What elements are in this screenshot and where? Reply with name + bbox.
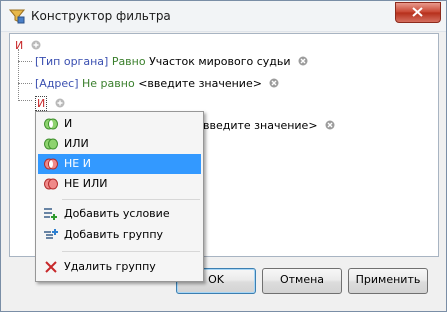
cancel-button[interactable]: Отмена [262,268,342,294]
tree-connector [18,100,32,101]
menu-item-or[interactable]: ИЛИ [38,134,201,154]
menu-item-label: Добавить условие [64,207,170,220]
subgroup-operator[interactable]: И [35,96,48,111]
menu-item-add-condition[interactable]: Добавить условие [38,204,201,224]
condition-value[interactable]: Участок мирового судьи [149,55,290,68]
root-group-operator[interactable]: И [15,39,23,52]
apply-button[interactable]: Применить [348,268,428,294]
menu-separator [62,199,200,200]
title-bar: Конструктор фильтра [1,1,446,32]
group-and-icon [44,118,58,130]
menu-item-label: Добавить группу [64,228,164,241]
menu-item-and[interactable]: И [38,114,201,134]
menu-item-add-group[interactable]: Добавить группу [38,225,201,245]
menu-separator [62,251,200,252]
condition-value[interactable]: введите значение> [203,119,318,132]
condition-value[interactable]: <введите значение> [138,77,262,90]
tree-connector [18,61,32,62]
subgroup-condition-row: введите значение> [203,118,335,134]
condition-field[interactable]: [Тип органа] [35,55,108,68]
add-group-icon [44,229,58,239]
condition-row: [Тип органа] Равно Участок мирового судь… [35,54,308,70]
close-button[interactable] [395,2,441,23]
condition-field[interactable]: [Адрес] [35,77,79,90]
filter-window-icon [9,9,25,24]
add-condition-icon [44,208,57,220]
remove-condition-icon[interactable] [269,78,279,88]
tree-connector [18,83,32,84]
tree-connector [18,49,19,99]
menu-item-delete-group[interactable]: Удалить группу [38,257,201,277]
group-not-and-icon [44,158,58,170]
group-or-icon [44,138,58,150]
remove-condition-icon[interactable] [325,120,335,130]
menu-item-label: ИЛИ [64,137,89,150]
root-group-row: И [15,38,41,54]
menu-item-not-or[interactable]: НЕ ИЛИ [38,174,201,194]
menu-item-not-and[interactable]: НЕ И [38,154,201,174]
add-icon[interactable] [55,98,65,108]
group-context-menu: И ИЛИ НЕ И НЕ ИЛИ Добавить условие Добав… [35,111,204,282]
condition-operator[interactable]: Равно [112,55,146,68]
menu-item-label: НЕ ИЛИ [64,177,108,190]
window-title: Конструктор фильтра [31,9,171,23]
add-icon[interactable] [31,40,41,50]
remove-condition-icon[interactable] [298,56,308,66]
close-icon [412,7,423,17]
menu-item-label: Удалить группу [64,260,156,273]
menu-item-label: И [64,117,73,130]
group-not-or-icon [44,178,58,190]
menu-item-label: НЕ И [64,157,91,170]
delete-group-icon [45,261,57,273]
condition-operator[interactable]: Не равно [82,77,135,90]
subgroup-row: И [35,96,65,112]
condition-row: [Адрес] Не равно <введите значение> [35,76,279,92]
